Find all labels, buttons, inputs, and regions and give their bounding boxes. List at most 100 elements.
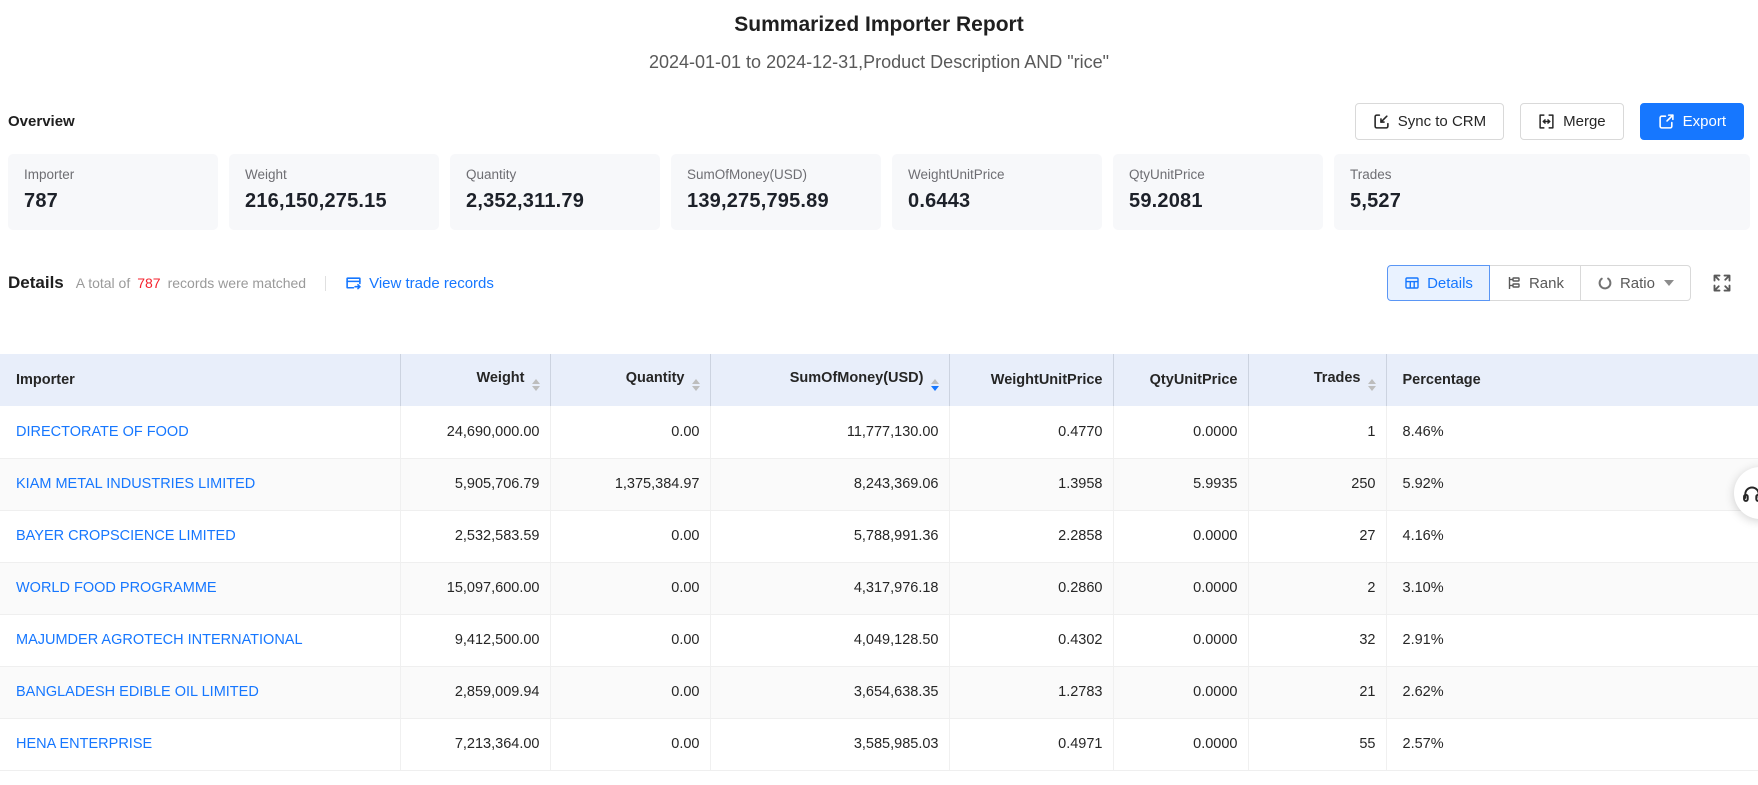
value-cell: 24,690,000.00	[400, 406, 550, 458]
tab-ratio[interactable]: Ratio	[1580, 265, 1691, 301]
value-cell: 0.4770	[949, 406, 1113, 458]
stat-card: WeightUnitPrice0.6443	[892, 154, 1102, 230]
tab-ratio-label: Ratio	[1620, 275, 1655, 292]
details-right: Details Rank Ratio	[1387, 265, 1732, 301]
stat-card: QtyUnitPrice59.2081	[1113, 154, 1323, 230]
value-cell: 0.00	[550, 666, 710, 718]
view-trade-records-link[interactable]: View trade records	[345, 275, 494, 292]
table-grid-icon	[1404, 275, 1420, 291]
value-cell: 0.00	[550, 406, 710, 458]
table-row: HENA ENTERPRISE7,213,364.000.003,585,985…	[0, 718, 1758, 770]
headset-icon	[1741, 482, 1758, 504]
caret-down-icon	[1664, 280, 1674, 286]
value-cell: 250	[1248, 458, 1386, 510]
page-subtitle: 2024-01-01 to 2024-12-31,Product Descrip…	[0, 50, 1758, 74]
importer-cell: BAYER CROPSCIENCE LIMITED	[0, 510, 400, 562]
view-trade-records-label: View trade records	[369, 275, 494, 292]
stat-card-label: Importer	[24, 167, 202, 182]
table-header-cell: WeightUnitPrice	[949, 354, 1113, 406]
table-header-label: Percentage	[1403, 372, 1481, 388]
stat-card-value: 139,275,795.89	[687, 190, 865, 213]
tab-details-label: Details	[1427, 275, 1473, 292]
table-header-label: Quantity	[626, 370, 685, 386]
value-cell: 27	[1248, 510, 1386, 562]
stat-card: Quantity2,352,311.79	[450, 154, 660, 230]
merge-button[interactable]: Merge	[1520, 103, 1624, 140]
table-header-cell[interactable]: SumOfMoney(USD)	[710, 354, 949, 406]
importer-cell: HENA ENTERPRISE	[0, 718, 400, 770]
importer-link[interactable]: KIAM METAL INDUSTRIES LIMITED	[16, 476, 255, 492]
stat-card-label: Weight	[245, 167, 423, 182]
stat-card-value: 787	[24, 190, 202, 213]
value-cell: 0.00	[550, 718, 710, 770]
export-button[interactable]: Export	[1640, 103, 1744, 140]
value-cell: 0.4302	[949, 614, 1113, 666]
sync-icon	[1373, 113, 1390, 130]
stat-card: Trades5,527	[1334, 154, 1750, 230]
value-cell: 5.9935	[1113, 458, 1248, 510]
stat-card-value: 2,352,311.79	[466, 190, 644, 213]
table-header-cell[interactable]: Quantity	[550, 354, 710, 406]
table-header-label: Importer	[16, 372, 75, 388]
value-cell: 0.00	[550, 614, 710, 666]
value-cell: 2.57%	[1386, 718, 1758, 770]
table-header-cell[interactable]: Trades	[1248, 354, 1386, 406]
value-cell: 2.62%	[1386, 666, 1758, 718]
value-cell: 0.0000	[1113, 718, 1248, 770]
importer-link[interactable]: DIRECTORATE OF FOOD	[16, 424, 189, 440]
sync-to-crm-button[interactable]: Sync to CRM	[1355, 103, 1504, 140]
importer-link[interactable]: WORLD FOOD PROGRAMME	[16, 580, 217, 596]
stat-card-label: WeightUnitPrice	[908, 167, 1086, 182]
importer-link[interactable]: MAJUMDER AGROTECH INTERNATIONAL	[16, 632, 303, 648]
value-cell: 2,532,583.59	[400, 510, 550, 562]
importer-cell: BANGLADESH EDIBLE OIL LIMITED	[0, 666, 400, 718]
page-title: Summarized Importer Report	[0, 0, 1758, 38]
tab-rank[interactable]: Rank	[1489, 265, 1581, 301]
stat-card: Importer 787	[8, 154, 218, 230]
stat-card-value: 5,527	[1350, 190, 1734, 213]
value-cell: 4.16%	[1386, 510, 1758, 562]
sync-to-crm-label: Sync to CRM	[1398, 113, 1486, 130]
table-row: MAJUMDER AGROTECH INTERNATIONAL9,412,500…	[0, 614, 1758, 666]
fullscreen-button[interactable]	[1712, 273, 1732, 293]
value-cell: 1	[1248, 406, 1386, 458]
value-cell: 4,317,976.18	[710, 562, 949, 614]
table-header-label: QtyUnitPrice	[1150, 372, 1238, 388]
value-cell: 5,788,991.36	[710, 510, 949, 562]
importer-table: Importer Weight Quantity SumOfMoney(USD) Wei…	[0, 354, 1758, 771]
value-cell: 5,905,706.79	[400, 458, 550, 510]
importer-link[interactable]: BANGLADESH EDIBLE OIL LIMITED	[16, 684, 259, 700]
records-count: 787	[130, 275, 167, 291]
value-cell: 0.0000	[1113, 562, 1248, 614]
ratio-donut-icon	[1597, 275, 1613, 291]
table-header-cell: QtyUnitPrice	[1113, 354, 1248, 406]
table-body: DIRECTORATE OF FOOD24,690,000.000.0011,7…	[0, 406, 1758, 770]
merge-icon	[1538, 113, 1555, 130]
table-row: BAYER CROPSCIENCE LIMITED2,532,583.590.0…	[0, 510, 1758, 562]
sort-icon	[1368, 379, 1376, 391]
trade-window-icon	[345, 275, 362, 292]
value-cell: 1.3958	[949, 458, 1113, 510]
value-cell: 0.0000	[1113, 406, 1248, 458]
value-cell: 1.2783	[949, 666, 1113, 718]
importer-link[interactable]: HENA ENTERPRISE	[16, 736, 152, 752]
details-left: Details A total of787records were matche…	[8, 273, 494, 293]
value-cell: 5.92%	[1386, 458, 1758, 510]
stat-cards-row: Importer787Weight216,150,275.15Quantity2…	[8, 154, 1750, 230]
table-header-row: Importer Weight Quantity SumOfMoney(USD) Wei…	[0, 354, 1758, 406]
merge-label: Merge	[1563, 113, 1606, 130]
value-cell: 3,654,638.35	[710, 666, 949, 718]
value-cell: 8.46%	[1386, 406, 1758, 458]
export-icon	[1658, 113, 1675, 130]
value-cell: 0.0000	[1113, 510, 1248, 562]
importer-link[interactable]: BAYER CROPSCIENCE LIMITED	[16, 528, 236, 544]
table-header-cell: Percentage	[1386, 354, 1758, 406]
table-header-label: WeightUnitPrice	[991, 372, 1103, 388]
tab-details[interactable]: Details	[1387, 265, 1490, 301]
table-header-cell[interactable]: Weight	[400, 354, 550, 406]
records-matched-text: A total of787records were matched	[76, 275, 306, 291]
value-cell: 55	[1248, 718, 1386, 770]
value-cell: 0.00	[550, 510, 710, 562]
value-cell: 0.0000	[1113, 614, 1248, 666]
export-label: Export	[1683, 113, 1726, 130]
